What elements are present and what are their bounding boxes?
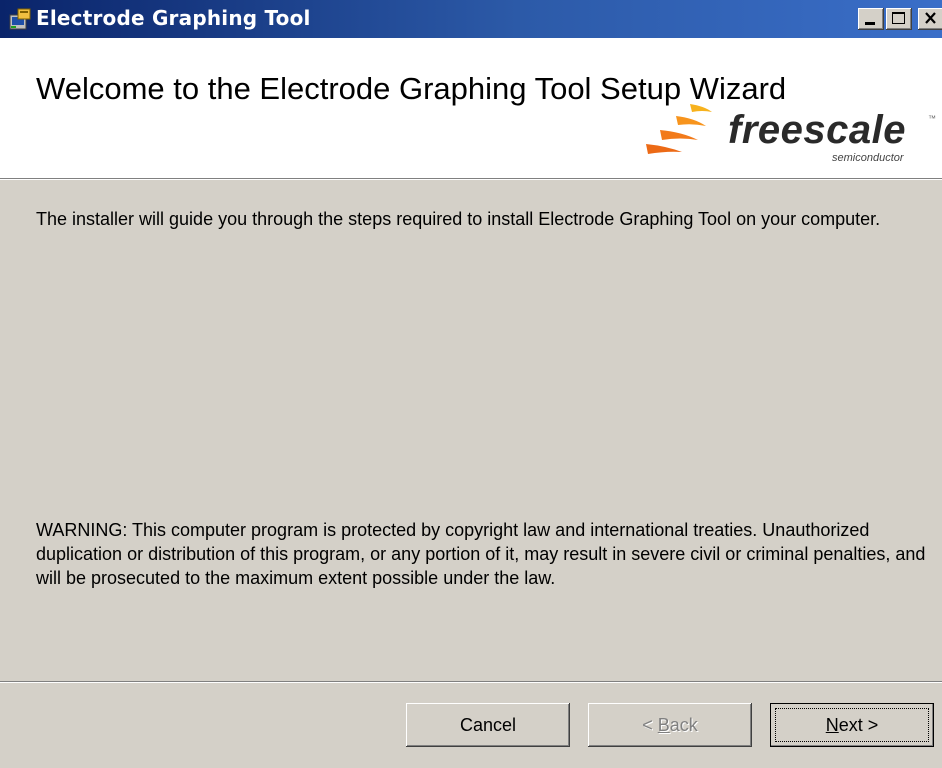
next-button[interactable]: Next > xyxy=(770,703,934,747)
back-rest: ack xyxy=(669,715,698,735)
back-button[interactable]: < Back xyxy=(588,703,752,747)
cancel-label: Cancel xyxy=(459,715,517,735)
freescale-logo: freescale ™ semiconductor xyxy=(642,96,942,166)
setup-wizard-window: Electrode Graphing Tool Welcome to the E… xyxy=(0,0,942,768)
logo-subtitle: semiconductor xyxy=(832,152,904,164)
back-mnemonic: B xyxy=(657,715,670,735)
close-button[interactable] xyxy=(918,8,942,30)
logo-wordmark: freescale xyxy=(728,108,906,152)
footer-divider-highlight xyxy=(0,682,942,683)
back-label: < Back xyxy=(642,715,698,735)
copyright-warning: WARNING: This computer program is protec… xyxy=(36,520,926,588)
window-title: Electrode Graphing Tool xyxy=(36,6,311,30)
logo-trademark: ™ xyxy=(928,114,936,123)
next-label: Next > xyxy=(826,715,879,735)
minimize-icon xyxy=(865,22,875,25)
title-bar[interactable]: Electrode Graphing Tool xyxy=(0,0,942,38)
minimize-button[interactable] xyxy=(858,8,884,30)
back-prefix: < xyxy=(642,715,658,735)
header-divider-highlight xyxy=(0,179,942,180)
intro-text: The installer will guide you through the… xyxy=(36,209,881,229)
close-icon xyxy=(925,12,936,24)
maximize-icon xyxy=(892,12,905,24)
next-rest: ext > xyxy=(838,715,879,735)
cancel-button[interactable]: Cancel xyxy=(406,703,570,747)
maximize-button[interactable] xyxy=(886,8,912,30)
installer-icon xyxy=(8,7,32,31)
next-mnemonic: N xyxy=(825,715,839,735)
freescale-swoosh-icon xyxy=(646,104,712,154)
